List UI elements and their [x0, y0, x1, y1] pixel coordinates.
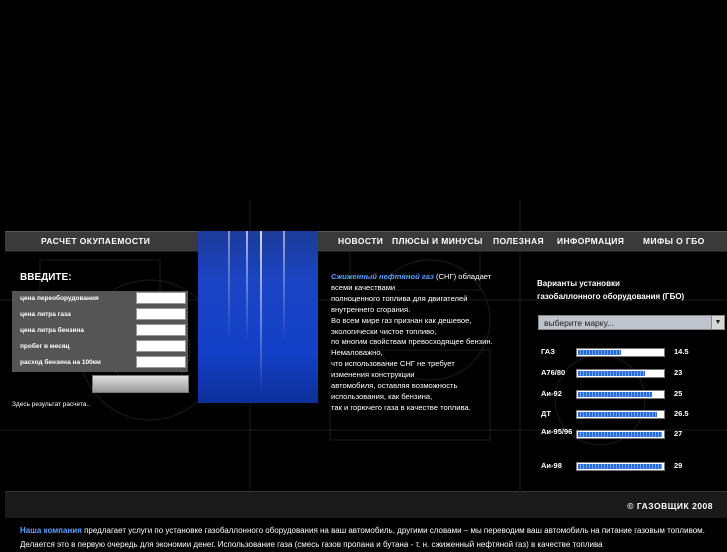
fuel-bar-fill — [578, 412, 658, 417]
info-line: так и горючего газа в качестве топлива. — [331, 402, 471, 412]
info-line: внутреннего сгорания. — [331, 304, 411, 314]
fuel-bar-fill — [578, 464, 663, 469]
monthly-mileage-input[interactable] — [136, 340, 186, 352]
gas-price-input[interactable] — [136, 308, 186, 320]
fuel-price-value: 23 — [674, 368, 683, 377]
calc-row-gas-price: цена литра газа — [12, 307, 188, 323]
nav-payback-calculation[interactable]: РАСЧЕТ ОКУПАЕМОСТИ — [41, 236, 150, 246]
fuel-price-value: 25 — [674, 389, 683, 398]
calc-label: цена литра газа — [20, 311, 71, 318]
fuel-name: А76/80 — [541, 368, 566, 377]
calc-label: цена переоборудования — [20, 295, 99, 302]
info-line: автомобиля, оставляя возможность — [331, 381, 458, 391]
fuel-price-value: 14.5 — [674, 347, 689, 356]
info-line: использования, как бензина, — [331, 391, 433, 401]
nav-news[interactable]: НОВОСТИ — [338, 236, 383, 246]
lpg-info-text: Сжиженный нефтяной газ (СНГ) обладает вс… — [331, 272, 521, 414]
calc-row-mileage: пробег в месяц — [12, 339, 188, 355]
info-line: что использование СНГ не требует — [331, 359, 455, 369]
our-company-link[interactable]: Наша компания — [20, 526, 82, 535]
company-text-body: предлагает услуги по установке газобалло… — [20, 526, 705, 549]
calc-row-conversion-price: цена переоборудования — [12, 291, 188, 307]
conversion-price-input[interactable] — [136, 292, 186, 304]
variants-title: Варианты установки газобаллонного оборуд… — [537, 277, 684, 303]
info-line: по многим свойствам превосходящее бензин… — [331, 337, 493, 347]
calculator-title: ВВЕДИТЕ: — [20, 272, 72, 283]
info-line: Немаловажно, — [331, 348, 383, 358]
info-line: изменения конструкции — [331, 370, 415, 380]
fuel-price-bar — [576, 390, 665, 399]
fuel-name: Аи-92 — [541, 389, 562, 398]
info-line: всеми качествами — [331, 282, 396, 292]
nav-information[interactable]: ИНФОРМАЦИЯ — [557, 236, 624, 246]
fuel-price-bar — [576, 348, 665, 357]
fuel-price-bar — [576, 410, 665, 419]
brand-select-value: выберите марку... — [544, 318, 615, 328]
fuel-price-value: 27 — [674, 429, 683, 438]
calculate-button[interactable] — [92, 375, 189, 393]
company-description: Наша компания предлагает услуги по устан… — [20, 524, 720, 552]
fuel-consumption-input[interactable] — [136, 356, 186, 368]
variants-title-line1: Варианты установки — [537, 279, 620, 288]
info-line: экологически чистое топливо, — [331, 326, 437, 336]
calc-row-petrol-price: цена литра бензина — [12, 323, 188, 339]
fuel-price-bar — [576, 462, 665, 471]
fuel-name: Аи-98 — [541, 461, 562, 470]
footer-bar: © ГАЗОВЩИК 2008 — [5, 491, 727, 518]
calc-label: пробег в месяц — [20, 343, 70, 350]
fuel-price-bar — [576, 430, 665, 439]
fuel-name: ГАЗ — [541, 347, 555, 356]
blue-decor-panel — [198, 231, 318, 403]
fuel-bar-fill — [578, 350, 621, 355]
fuel-price-bar — [576, 369, 665, 378]
copyright-text: © ГАЗОВЩИК 2008 — [627, 501, 713, 511]
calc-label: цена литра бензина — [20, 327, 84, 334]
calculation-result-text: Здесь результат расчета.. — [12, 401, 91, 408]
calc-label: расход бензина на 100км — [20, 359, 101, 366]
fuel-name: ДТ — [541, 409, 551, 418]
info-line: полноценного топлива для двигателей — [331, 293, 468, 303]
fuel-bar-fill — [578, 392, 652, 397]
dropdown-arrow-icon[interactable]: ▼ — [711, 316, 724, 329]
nav-useful[interactable]: ПОЛЕЗНАЯ — [493, 236, 544, 246]
fuel-price-value: 26.5 — [674, 409, 689, 418]
info-line: (СНГ) обладает — [433, 272, 492, 281]
top-nav-bar: РАСЧЕТ ОКУПАЕМОСТИ НОВОСТИ ПЛЮСЫ И МИНУС… — [5, 231, 727, 252]
fuel-bar-fill — [578, 371, 646, 376]
calc-row-consumption: расход бензина на 100км — [12, 355, 188, 371]
brand-select[interactable]: выберите марку... ▼ — [538, 315, 725, 330]
fuel-bar-fill — [578, 432, 663, 437]
petrol-price-input[interactable] — [136, 324, 186, 336]
lpg-highlight: Сжиженный нефтяной газ — [331, 272, 434, 281]
fuel-name: Аи-95/96 — [541, 427, 573, 436]
calculator-form: цена переоборудования цена литра газа це… — [12, 291, 188, 372]
variants-title-line2: газобаллонного оборудования (ГБО) — [537, 292, 685, 301]
nav-myths[interactable]: МИФЫ О ГБО — [643, 236, 705, 246]
info-line: Во всем мире газ признан как дешевое, — [331, 315, 472, 325]
fuel-price-value: 29 — [674, 461, 683, 470]
nav-pros-cons[interactable]: ПЛЮСЫ И МИНУСЫ — [392, 236, 483, 246]
